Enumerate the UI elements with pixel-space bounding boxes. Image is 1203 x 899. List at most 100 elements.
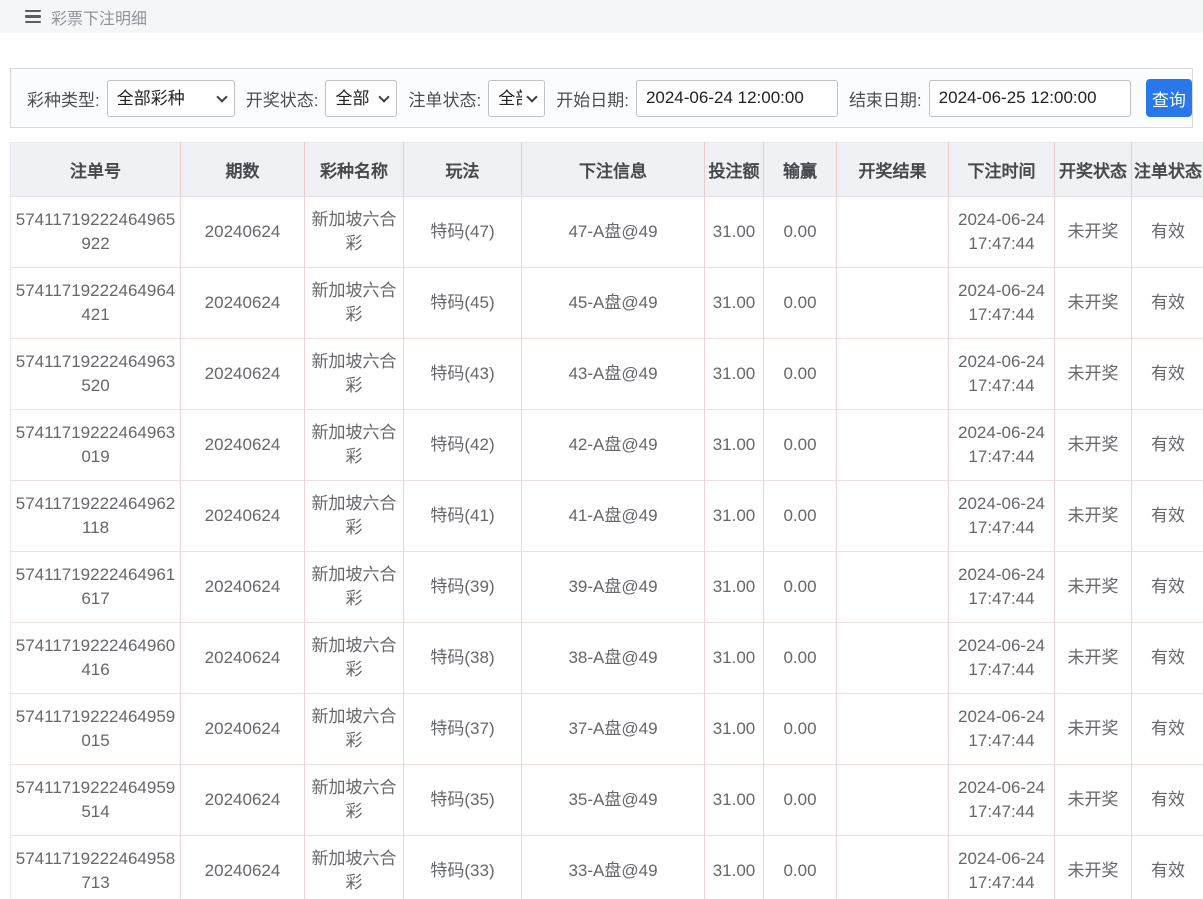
cell-bet-info: 47-A盘@49	[522, 197, 705, 268]
cell-bet-time: 2024-06-24 17:47:44	[949, 339, 1055, 410]
table-row: 57411719222464959514 20240624 新加坡六合彩 特码(…	[11, 765, 1203, 836]
cell-period: 20240624	[181, 836, 305, 899]
cell-win-loss: 0.00	[764, 836, 837, 899]
cell-draw-status: 未开奖	[1055, 694, 1132, 765]
cell-period: 20240624	[181, 623, 305, 694]
cell-bet-id: 57411719222464958713	[11, 836, 181, 899]
cell-bet-info: 42-A盘@49	[522, 410, 705, 481]
table-header-row: 注单号 期数 彩种名称 玩法 下注信息 投注额 输赢 开奖结果 下注时间 开奖状…	[11, 143, 1203, 197]
cell-period: 20240624	[181, 339, 305, 410]
cell-lottery-name: 新加坡六合彩	[305, 836, 404, 899]
hamburger-menu-icon[interactable]	[25, 10, 41, 23]
cell-draw-status: 未开奖	[1055, 623, 1132, 694]
cell-bet-info: 35-A盘@49	[522, 765, 705, 836]
cell-lottery-name: 新加坡六合彩	[305, 410, 404, 481]
cell-draw-result	[837, 552, 949, 623]
filter-bet-status: 注单状态: 全部	[408, 80, 545, 117]
col-header-bet-status: 注单状态	[1132, 143, 1203, 197]
table-row: 57411719222464961617 20240624 新加坡六合彩 特码(…	[11, 552, 1203, 623]
cell-lottery-name: 新加坡六合彩	[305, 694, 404, 765]
col-header-period: 期数	[181, 143, 305, 197]
cell-bet-id: 57411719222464960416	[11, 623, 181, 694]
col-header-win-loss: 输赢	[764, 143, 837, 197]
bet-status-select[interactable]: 全部	[488, 80, 545, 117]
col-header-bet-id: 注单号	[11, 143, 181, 197]
table-row: 57411719222464963520 20240624 新加坡六合彩 特码(…	[11, 339, 1203, 410]
cell-draw-result	[837, 623, 949, 694]
col-header-draw-status: 开奖状态	[1055, 143, 1132, 197]
cell-bet-id: 57411719222464963520	[11, 339, 181, 410]
cell-bet-amount: 31.00	[705, 410, 764, 481]
cell-play-type: 特码(33)	[404, 836, 522, 899]
cell-draw-status: 未开奖	[1055, 836, 1132, 899]
cell-play-type: 特码(41)	[404, 481, 522, 552]
table-row: 57411719222464962118 20240624 新加坡六合彩 特码(…	[11, 481, 1203, 552]
cell-lottery-name: 新加坡六合彩	[305, 765, 404, 836]
cell-bet-status: 有效	[1132, 268, 1203, 339]
cell-bet-status: 有效	[1132, 765, 1203, 836]
cell-win-loss: 0.00	[764, 339, 837, 410]
table-body: 57411719222464965922 20240624 新加坡六合彩 特码(…	[11, 197, 1203, 899]
end-date-input[interactable]	[929, 80, 1131, 117]
cell-bet-status: 有效	[1132, 339, 1203, 410]
cell-win-loss: 0.00	[764, 623, 837, 694]
table-row: 57411719222464959015 20240624 新加坡六合彩 特码(…	[11, 694, 1203, 765]
cell-play-type: 特码(43)	[404, 339, 522, 410]
cell-draw-status: 未开奖	[1055, 410, 1132, 481]
cell-draw-status: 未开奖	[1055, 197, 1132, 268]
cell-win-loss: 0.00	[764, 552, 837, 623]
cell-draw-result	[837, 339, 949, 410]
cell-draw-status: 未开奖	[1055, 339, 1132, 410]
cell-draw-status: 未开奖	[1055, 268, 1132, 339]
cell-bet-status: 有效	[1132, 197, 1203, 268]
cell-win-loss: 0.00	[764, 268, 837, 339]
start-date-input[interactable]	[636, 80, 838, 117]
cell-bet-info: 41-A盘@49	[522, 481, 705, 552]
bet-details-table: 注单号 期数 彩种名称 玩法 下注信息 投注额 输赢 开奖结果 下注时间 开奖状…	[10, 142, 1203, 899]
cell-bet-status: 有效	[1132, 694, 1203, 765]
query-button[interactable]: 查询	[1146, 79, 1192, 117]
cell-bet-time: 2024-06-24 17:47:44	[949, 765, 1055, 836]
cell-win-loss: 0.00	[764, 694, 837, 765]
cell-bet-id: 57411719222464959514	[11, 765, 181, 836]
cell-bet-time: 2024-06-24 17:47:44	[949, 197, 1055, 268]
cell-bet-id: 57411719222464963019	[11, 410, 181, 481]
cell-bet-status: 有效	[1132, 552, 1203, 623]
cell-win-loss: 0.00	[764, 765, 837, 836]
draw-status-label: 开奖状态:	[246, 86, 319, 111]
cell-bet-status: 有效	[1132, 481, 1203, 552]
cell-period: 20240624	[181, 268, 305, 339]
cell-draw-status: 未开奖	[1055, 481, 1132, 552]
cell-lottery-name: 新加坡六合彩	[305, 197, 404, 268]
cell-bet-amount: 31.00	[705, 836, 764, 899]
cell-draw-result	[837, 694, 949, 765]
cell-bet-time: 2024-06-24 17:47:44	[949, 694, 1055, 765]
cell-bet-id: 57411719222464961617	[11, 552, 181, 623]
cell-lottery-name: 新加坡六合彩	[305, 268, 404, 339]
cell-draw-result	[837, 197, 949, 268]
filter-end-date: 结束日期:	[849, 80, 1131, 117]
lottery-type-label: 彩种类型:	[27, 86, 100, 111]
cell-bet-time: 2024-06-24 17:47:44	[949, 623, 1055, 694]
lottery-type-select[interactable]: 全部彩种	[107, 80, 235, 117]
cell-bet-id: 57411719222464964421	[11, 268, 181, 339]
filter-draw-status: 开奖状态: 全部	[246, 80, 398, 117]
cell-play-type: 特码(35)	[404, 765, 522, 836]
cell-bet-time: 2024-06-24 17:47:44	[949, 268, 1055, 339]
cell-bet-amount: 31.00	[705, 481, 764, 552]
cell-win-loss: 0.00	[764, 197, 837, 268]
filter-lottery-type: 彩种类型: 全部彩种	[27, 80, 235, 117]
table-row: 57411719222464964421 20240624 新加坡六合彩 特码(…	[11, 268, 1203, 339]
cell-bet-info: 37-A盘@49	[522, 694, 705, 765]
bet-status-label: 注单状态:	[408, 86, 481, 111]
col-header-bet-amount: 投注额	[705, 143, 764, 197]
cell-period: 20240624	[181, 765, 305, 836]
start-date-label: 开始日期:	[556, 86, 629, 111]
cell-play-type: 特码(37)	[404, 694, 522, 765]
cell-bet-amount: 31.00	[705, 197, 764, 268]
cell-bet-amount: 31.00	[705, 552, 764, 623]
cell-bet-amount: 31.00	[705, 623, 764, 694]
col-header-bet-info: 下注信息	[522, 143, 705, 197]
draw-status-select[interactable]: 全部	[325, 80, 397, 117]
cell-bet-id: 57411719222464962118	[11, 481, 181, 552]
